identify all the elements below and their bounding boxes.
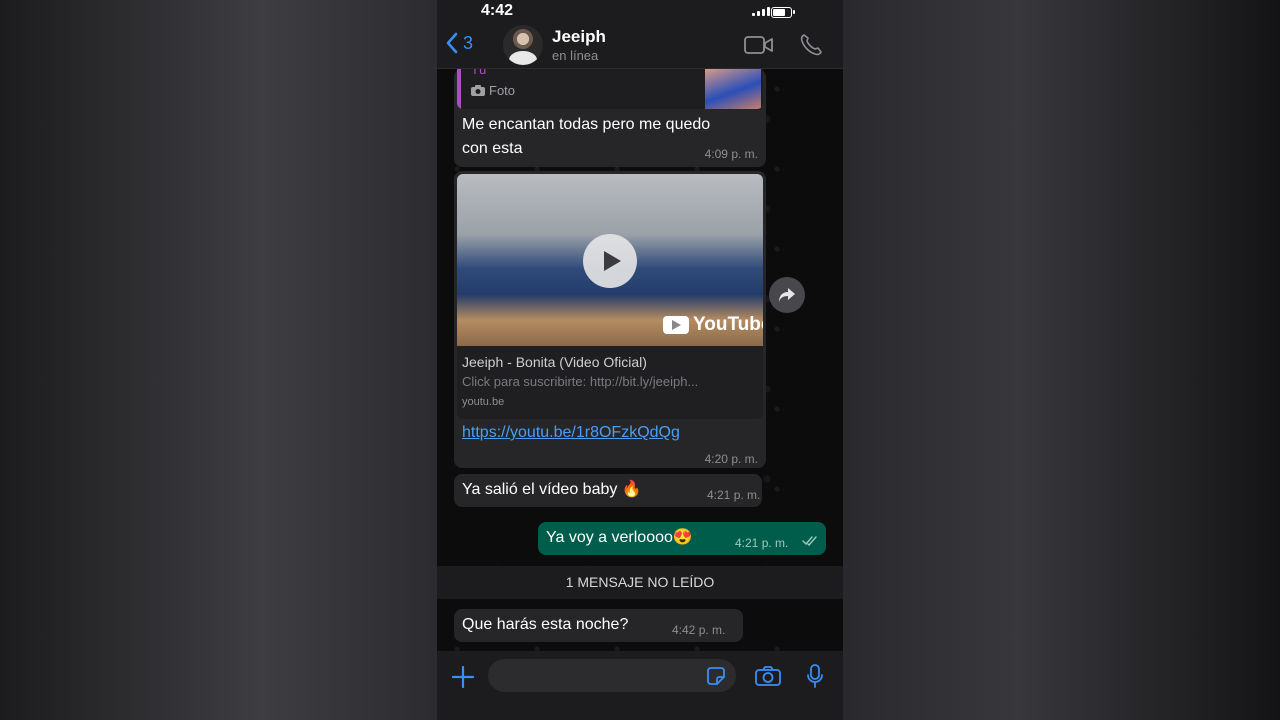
camera-icon[interactable] [755, 666, 781, 686]
camera-icon [471, 85, 485, 96]
double-check-icon [802, 536, 817, 546]
forward-button[interactable] [769, 277, 805, 313]
message-bubble-outgoing[interactable]: Ya voy a verloooo😍 4:21 p. m. [538, 522, 826, 555]
message-time: 4:20 p. m. [704, 452, 758, 466]
status-bar: 4:42 [437, 0, 843, 24]
message-text: Ya salió el vídeo baby 🔥 [462, 481, 642, 498]
chat-header: 3 Jeeiph en línea [437, 24, 843, 69]
message-text-line: con esta [462, 140, 523, 157]
youtube-link[interactable]: https://youtu.be/1r8OFzkQdQg [462, 424, 680, 442]
message-bubble-incoming[interactable]: Ya salió el vídeo baby 🔥 4:21 p. m. [454, 474, 762, 507]
youtube-logo: YouTube [663, 314, 763, 336]
sticker-icon[interactable] [705, 665, 727, 687]
message-time: 4:21 p. m. [735, 536, 789, 550]
message-time: 4:21 p. m. [707, 488, 761, 502]
quote-label: Foto [489, 83, 516, 98]
video-thumbnail[interactable]: YouTube [457, 174, 763, 346]
preview-domain: youtu.be [462, 396, 505, 408]
chevron-left-icon [446, 32, 458, 54]
video-call-icon[interactable] [744, 36, 774, 54]
quote-photo-thumbnail [705, 69, 761, 109]
unread-chats-count: 3 [463, 32, 474, 53]
quote-accent-bar [457, 69, 461, 109]
message-bubble-incoming[interactable]: Que harás esta noche? 4:42 p. m. [454, 609, 743, 642]
phone-icon[interactable] [799, 33, 823, 57]
signal-icon [752, 7, 770, 16]
unread-messages-banner: 1 MENSAJE NO LEÍDO [437, 566, 843, 599]
input-bar [437, 651, 843, 720]
preview-description: Click para suscribirte: http://bit.ly/je… [462, 374, 699, 389]
preview-title: Jeeiph - Bonita (Video Oficial) [462, 354, 647, 370]
contact-name[interactable]: Jeeiph [552, 27, 606, 47]
play-icon[interactable] [583, 234, 637, 288]
message-time: 4:42 p. m. [672, 623, 726, 637]
battery-icon [771, 7, 792, 18]
avatar[interactable] [503, 25, 543, 65]
message-text-line: Me encantan todas pero me quedo [462, 116, 711, 133]
chat-area[interactable]: Tú Foto Me encantan todas pero me quedo … [437, 69, 843, 651]
phone-screen: 4:42 3 Jeeiph en línea Tú Foto Me encant… [437, 0, 843, 720]
left-background [0, 0, 437, 720]
right-background [843, 0, 1280, 720]
contact-status: en línea [552, 48, 599, 63]
youtube-play-icon [663, 316, 689, 334]
status-time: 4:42 [481, 2, 514, 19]
plus-icon[interactable] [451, 665, 475, 689]
message-bubble-incoming[interactable]: YouTube Jeeiph - Bonita (Video Oficial) … [454, 171, 766, 468]
back-button[interactable]: 3 [445, 32, 473, 54]
message-text: Que harás esta noche? [462, 616, 629, 633]
message-text: Ya voy a verloooo😍 [546, 529, 693, 546]
forward-icon [779, 288, 795, 302]
youtube-logo-text: YouTube [693, 314, 763, 335]
battery-tip [793, 10, 795, 14]
message-text: Me encantan todas pero me quedo con esta [462, 113, 710, 161]
quoted-message[interactable]: Tú Foto [457, 69, 763, 109]
quote-author: Tú [471, 69, 487, 77]
message-bubble-incoming[interactable]: Tú Foto Me encantan todas pero me quedo … [454, 69, 766, 167]
message-time: 4:09 p. m. [704, 147, 758, 161]
message-input[interactable] [488, 659, 736, 692]
link-preview[interactable]: YouTube Jeeiph - Bonita (Video Oficial) … [457, 174, 763, 419]
microphone-icon[interactable] [807, 664, 823, 688]
